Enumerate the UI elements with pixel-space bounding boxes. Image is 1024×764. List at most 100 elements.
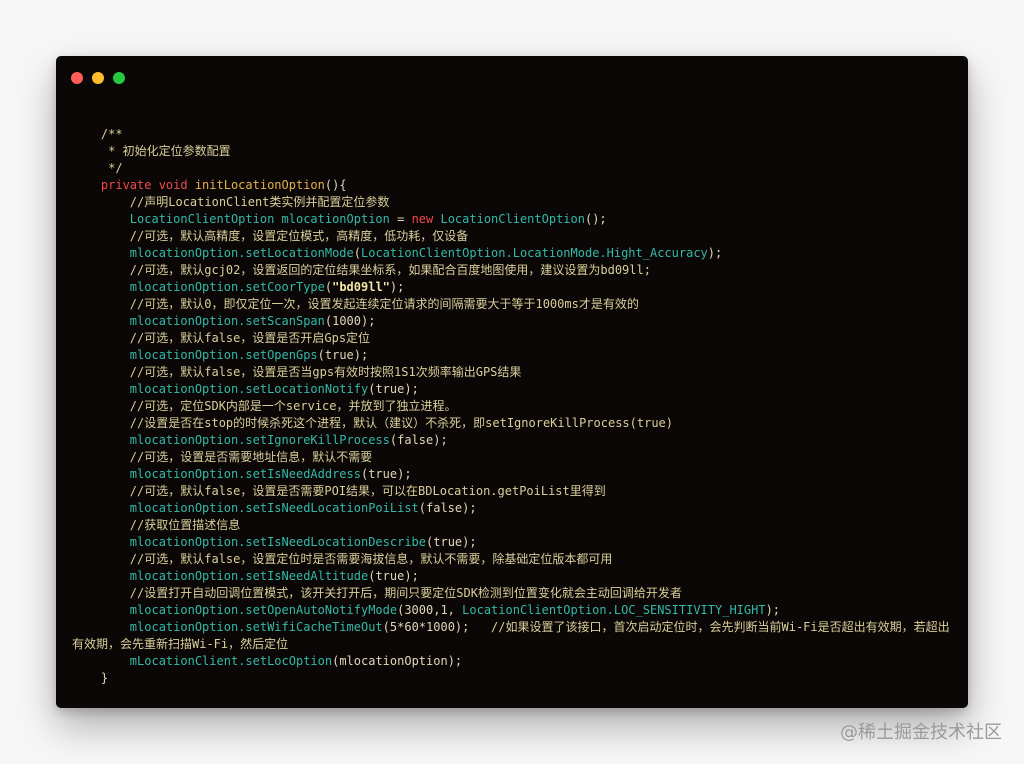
code-line: //可选，默认false，设置是否开启Gps定位 bbox=[72, 330, 952, 347]
code-token: LocationClientOption.LocationMode.Hight_… bbox=[361, 246, 708, 260]
code-token: ); bbox=[389, 280, 405, 294]
code-line: mlocationOption.setIgnoreKillProcess(fal… bbox=[72, 432, 952, 449]
code-token: //设置是否在stop的时候杀死这个进程，默认（建议）不杀死，即setIgnor… bbox=[129, 416, 673, 430]
code-line: mlocationOption.setOpenAutoNotifyMode(30… bbox=[72, 602, 952, 619]
code-line: //可选，定位SDK内部是一个service，并放到了独立进程。 bbox=[72, 398, 952, 415]
code-token: //可选，默认false，设置定位时是否需要海拔信息，默认不需要，除基础定位版本… bbox=[129, 552, 613, 566]
code-line: //可选，默认高精度，设置定位模式，高精度，低功耗，仅设备 bbox=[72, 228, 952, 245]
code-token: (false); bbox=[418, 501, 477, 515]
code-line: mlocationOption.setIsNeedLocationDescrib… bbox=[72, 534, 952, 551]
code-token: } bbox=[100, 671, 109, 685]
code-line: mlocationOption.setIsNeedLocationPoiList… bbox=[72, 500, 952, 517]
code-token: mlocationOption.setLocationMode bbox=[129, 246, 354, 260]
code-token: //可选，默认false，设置是否开启Gps定位 bbox=[129, 331, 371, 345]
code-token: (){ bbox=[324, 178, 347, 192]
code-token: //可选，设置是否需要地址信息，默认不需要 bbox=[129, 450, 373, 464]
code-block: /** * 初始化定位参数配置 */ private void initLoca… bbox=[72, 126, 952, 687]
code-token: //可选，默认false，设置是否当gps有效时按照1S1次频率输出GPS结果 bbox=[129, 365, 522, 379]
code-token: mlocationOption.setScanSpan bbox=[129, 314, 325, 328]
close-button[interactable] bbox=[71, 72, 83, 84]
code-token: new bbox=[411, 212, 441, 226]
code-token: mlocationOption.setOpenAutoNotifyMode bbox=[129, 603, 398, 617]
code-line: mlocationOption.setLocationMode(Location… bbox=[72, 245, 952, 262]
code-token: mlocationOption.setLocationNotify bbox=[129, 382, 369, 396]
code-token: //可选，默认0，即仅定位一次，设置发起连续定位请求的间隔需要大于等于1000m… bbox=[129, 297, 639, 311]
code-line: //设置是否在stop的时候杀死这个进程，默认（建议）不杀死，即setIgnor… bbox=[72, 415, 952, 432]
code-token: = bbox=[397, 212, 412, 226]
window-controls bbox=[71, 72, 125, 84]
code-line: //可选，默认false，设置是否当gps有效时按照1S1次频率输出GPS结果 bbox=[72, 364, 952, 381]
code-token: "bd09ll" bbox=[332, 280, 390, 294]
code-line: mlocationOption.setScanSpan(1000); bbox=[72, 313, 952, 330]
code-line: private void initLocationOption(){ bbox=[72, 177, 952, 194]
code-token: ( bbox=[353, 246, 361, 260]
code-line: mLocationClient.setLocOption(mlocationOp… bbox=[72, 653, 952, 670]
code-token: LocationClientOption bbox=[440, 212, 585, 226]
code-token: /** bbox=[100, 127, 123, 141]
code-token: //可选，默认gcj02，设置返回的定位结果坐标系，如果配合百度地图使用，建议设… bbox=[129, 263, 651, 277]
code-token: //设置打开自动回调位置模式，该开关打开后，期间只要定位SDK检测到位置变化就会… bbox=[129, 586, 682, 600]
code-token: (true); bbox=[360, 467, 412, 481]
code-line: //可选，默认gcj02，设置返回的定位结果坐标系，如果配合百度地图使用，建议设… bbox=[72, 262, 952, 279]
code-token: (1000); bbox=[324, 314, 376, 328]
code-line: //可选，默认0，即仅定位一次，设置发起连续定位请求的间隔需要大于等于1000m… bbox=[72, 296, 952, 313]
code-line: */ bbox=[72, 160, 952, 177]
code-line: mlocationOption.setIsNeedAltitude(true); bbox=[72, 568, 952, 585]
code-token: //可选，定位SDK内部是一个service，并放到了独立进程。 bbox=[129, 399, 457, 413]
code-token: ); bbox=[707, 246, 723, 260]
code-token: mlocationOption.setIsNeedAltitude bbox=[129, 569, 369, 583]
zoom-button[interactable] bbox=[113, 72, 125, 84]
code-token: mlocationOption.setIsNeedLocationPoiList bbox=[129, 501, 419, 515]
code-line: //获取位置描述信息 bbox=[72, 517, 952, 534]
code-line: mlocationOption.setOpenGps(true); bbox=[72, 347, 952, 364]
code-token: //获取位置描述信息 bbox=[129, 518, 241, 532]
code-token: (false); bbox=[389, 433, 448, 447]
code-token: LocationClientOption.LOC_SENSITIVITY_HIG… bbox=[462, 603, 766, 617]
code-token: mlocationOption.setOpenGps bbox=[129, 348, 318, 362]
code-token: (3000,1, bbox=[397, 603, 463, 617]
code-line: mlocationOption.setCoorType("bd09ll"); bbox=[72, 279, 952, 296]
code-token: (5*60*1000); bbox=[382, 620, 492, 634]
code-token: ); bbox=[765, 603, 781, 617]
code-line: //设置打开自动回调位置模式，该开关打开后，期间只要定位SDK检测到位置变化就会… bbox=[72, 585, 952, 602]
code-token: LocationClientOption mlocationOption bbox=[129, 212, 398, 226]
code-token: (true); bbox=[368, 569, 419, 583]
code-line: } bbox=[72, 670, 952, 687]
code-line: //可选，默认false，设置定位时是否需要海拔信息，默认不需要，除基础定位版本… bbox=[72, 551, 952, 568]
code-token: mlocationOption.setIsNeedAddress bbox=[129, 467, 361, 481]
code-token: (true); bbox=[317, 348, 369, 362]
code-token: mlocationOption.setIgnoreKillProcess bbox=[129, 433, 390, 447]
code-token: * 初始化定位参数配置 bbox=[108, 144, 231, 158]
code-token: initLocationOption bbox=[194, 178, 325, 192]
code-token: (); bbox=[584, 212, 607, 226]
code-token: //可选，默认高精度，设置定位模式，高精度，低功耗，仅设备 bbox=[129, 229, 469, 243]
code-token: mlocationOption.setIsNeedLocationDescrib… bbox=[129, 535, 427, 549]
code-token: //可选，默认false，设置是否需要POI结果，可以在BDLocation.g… bbox=[129, 484, 606, 498]
code-token: (true); bbox=[426, 535, 477, 549]
code-line: mlocationOption.setLocationNotify(true); bbox=[72, 381, 952, 398]
code-line: //声明LocationClient类实例并配置定位参数 bbox=[72, 194, 952, 211]
code-line: /** bbox=[72, 126, 952, 143]
code-token: //声明LocationClient类实例并配置定位参数 bbox=[129, 195, 390, 209]
code-token: */ bbox=[108, 161, 123, 175]
minimize-button[interactable] bbox=[92, 72, 104, 84]
code-line: mlocationOption.setWifiCacheTimeOut(5*60… bbox=[72, 619, 952, 653]
